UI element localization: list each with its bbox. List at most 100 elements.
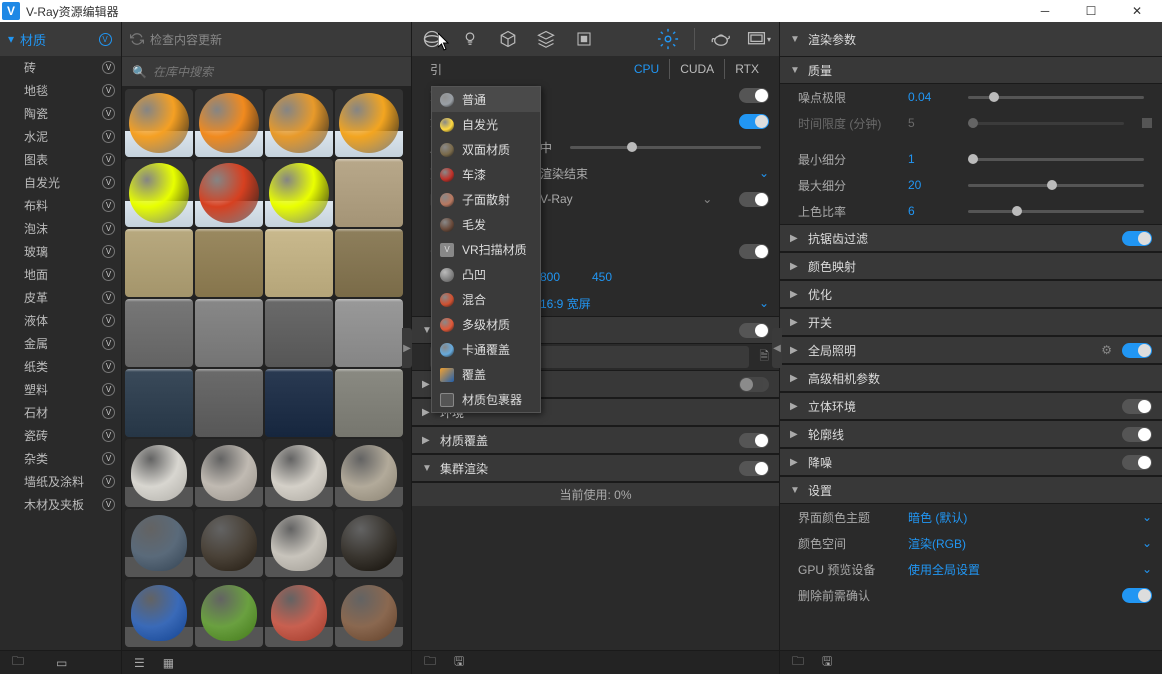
switch-header[interactable]: ▶开关 bbox=[780, 308, 1162, 336]
max-sub-slider[interactable] bbox=[968, 184, 1144, 187]
dropdown-item[interactable]: 凸凹 bbox=[432, 262, 540, 287]
anim-toggle[interactable] bbox=[739, 377, 769, 392]
sidebar-item[interactable]: 地毯V bbox=[0, 79, 121, 102]
collapse-handle[interactable]: ◀ bbox=[772, 328, 782, 368]
chevron-down-icon[interactable]: ⌄ bbox=[1142, 510, 1152, 524]
min-sub-slider[interactable] bbox=[968, 158, 1144, 161]
colormap-header[interactable]: ▶颜色映射 bbox=[780, 252, 1162, 280]
dropdown-item[interactable]: 卡通覆盖 bbox=[432, 337, 540, 362]
sidebar-item[interactable]: 玻璃V bbox=[0, 240, 121, 263]
sidebar-item[interactable]: 地面V bbox=[0, 263, 121, 286]
sidebar-item[interactable]: 陶瓷V bbox=[0, 102, 121, 125]
material-thumbnail[interactable] bbox=[125, 579, 193, 647]
dropdown-item[interactable]: 覆盖 bbox=[432, 362, 540, 387]
material-thumbnail[interactable] bbox=[125, 299, 193, 367]
stereo-header[interactable]: ▶立体环境 bbox=[780, 392, 1162, 420]
denoise-header[interactable]: ▶降噪 bbox=[780, 448, 1162, 476]
safe-toggle[interactable] bbox=[739, 244, 769, 259]
sidebar-item[interactable]: 布料V bbox=[0, 194, 121, 217]
color-ratio-value[interactable]: 6 bbox=[908, 204, 950, 218]
render-end-value[interactable]: 渲染结束 bbox=[540, 165, 588, 182]
folder-icon[interactable]: 🗀 bbox=[792, 652, 804, 673]
geometry-icon[interactable] bbox=[496, 27, 520, 51]
sidebar-item[interactable]: 纸类V bbox=[0, 355, 121, 378]
dropdown-item[interactable]: 自发光 bbox=[432, 112, 540, 137]
teapot-icon[interactable] bbox=[709, 27, 733, 51]
frame-icon[interactable]: ▾ bbox=[747, 27, 771, 51]
material-thumbnail[interactable] bbox=[335, 299, 403, 367]
tree-icon[interactable]: ▭ bbox=[56, 656, 67, 670]
material-thumbnail[interactable] bbox=[195, 89, 263, 157]
sidebar-item[interactable]: 液体V bbox=[0, 309, 121, 332]
material-thumbnail[interactable] bbox=[195, 509, 263, 577]
sidebar-item[interactable]: 自发光V bbox=[0, 171, 121, 194]
material-thumbnail[interactable] bbox=[335, 89, 403, 157]
height-value[interactable]: 450 bbox=[592, 270, 634, 284]
expand-handle[interactable]: ▶ bbox=[402, 328, 412, 368]
sidebar-item[interactable]: 金属V bbox=[0, 332, 121, 355]
swarm-toggle[interactable] bbox=[739, 461, 769, 476]
material-thumbnail[interactable] bbox=[265, 439, 333, 507]
swarm-header[interactable]: ▼集群渲染 bbox=[412, 454, 779, 482]
contour-toggle[interactable] bbox=[1122, 427, 1152, 442]
close-button[interactable]: ✕ bbox=[1114, 0, 1160, 22]
sidebar-item[interactable]: 木材及夹板V bbox=[0, 493, 121, 516]
gi-header[interactable]: ▶全局照明⚙ bbox=[780, 336, 1162, 364]
sidebar-item[interactable]: 图表V bbox=[0, 148, 121, 171]
chevron-down-icon[interactable]: ⌄ bbox=[1142, 536, 1152, 550]
material-thumbnail[interactable] bbox=[265, 579, 333, 647]
denoise-toggle[interactable] bbox=[739, 192, 769, 207]
material-thumbnail[interactable] bbox=[125, 509, 193, 577]
colorspace-value[interactable]: 渲染(RGB) bbox=[908, 535, 966, 552]
width-value[interactable]: 800 bbox=[540, 270, 582, 284]
dropdown-item[interactable]: 毛发 bbox=[432, 212, 540, 237]
save-icon[interactable]: 🖫 bbox=[822, 652, 832, 673]
list-view-icon[interactable]: ☰ bbox=[134, 656, 145, 670]
sidebar-item[interactable]: 杂类V bbox=[0, 447, 121, 470]
maximize-button[interactable]: ☐ bbox=[1068, 0, 1114, 22]
dropdown-item[interactable]: 混合 bbox=[432, 287, 540, 312]
material-thumbnail[interactable] bbox=[125, 369, 193, 437]
dropdown-item[interactable]: 材质包裹器 bbox=[432, 387, 540, 412]
material-thumbnail[interactable] bbox=[265, 229, 333, 297]
material-thumbnail[interactable] bbox=[335, 439, 403, 507]
dropdown-item[interactable]: VVR扫描材质 bbox=[432, 237, 540, 262]
save-toggle[interactable] bbox=[739, 323, 769, 338]
material-thumbnail[interactable] bbox=[125, 159, 193, 227]
gi-toggle[interactable] bbox=[1122, 343, 1152, 358]
theme-value[interactable]: 暗色 (默认) bbox=[908, 509, 967, 526]
dropdown-item[interactable]: 车漆 bbox=[432, 162, 540, 187]
chevron-down-icon[interactable]: ⌄ bbox=[759, 296, 769, 310]
material-override-header[interactable]: ▶材质覆盖 bbox=[412, 426, 779, 454]
material-thumbnail[interactable] bbox=[335, 369, 403, 437]
interactive-toggle[interactable] bbox=[739, 88, 769, 103]
dropdown-item[interactable]: 多级材质 bbox=[432, 312, 540, 337]
material-thumbnail[interactable] bbox=[195, 369, 263, 437]
sidebar-item[interactable]: 水泥V bbox=[0, 125, 121, 148]
folder-icon[interactable]: 🗀 bbox=[424, 652, 436, 673]
material-thumbnail[interactable] bbox=[195, 229, 263, 297]
folder-icon[interactable]: 🗀 bbox=[12, 652, 24, 673]
stereo-toggle[interactable] bbox=[1122, 399, 1152, 414]
save-icon[interactable]: 🖫 bbox=[454, 652, 464, 673]
quality-header[interactable]: ▼质量 bbox=[780, 56, 1162, 84]
search-input[interactable] bbox=[153, 65, 401, 79]
minimize-button[interactable]: ─ bbox=[1022, 0, 1068, 22]
quality-slider[interactable] bbox=[570, 146, 761, 149]
denoise2-toggle[interactable] bbox=[1122, 455, 1152, 470]
material-thumbnail[interactable] bbox=[195, 159, 263, 227]
dropdown-item[interactable]: 双面材质 bbox=[432, 137, 540, 162]
del-confirm-toggle[interactable] bbox=[1122, 588, 1152, 603]
noise-limit-value[interactable]: 0.04 bbox=[908, 90, 950, 104]
progressive-toggle[interactable] bbox=[739, 114, 769, 129]
settings-header[interactable]: ▼设置 bbox=[780, 476, 1162, 504]
layers-icon[interactable] bbox=[534, 27, 558, 51]
sidebar-item[interactable]: 塑料V bbox=[0, 378, 121, 401]
material-thumbnail[interactable] bbox=[265, 509, 333, 577]
material-thumbnail[interactable] bbox=[195, 439, 263, 507]
noise-slider[interactable] bbox=[968, 96, 1144, 99]
material-thumbnail[interactable] bbox=[335, 579, 403, 647]
chevron-down-icon[interactable]: ⌄ bbox=[702, 192, 712, 206]
material-thumbnail[interactable] bbox=[335, 509, 403, 577]
update-row[interactable]: 检查内容更新 bbox=[122, 22, 411, 56]
